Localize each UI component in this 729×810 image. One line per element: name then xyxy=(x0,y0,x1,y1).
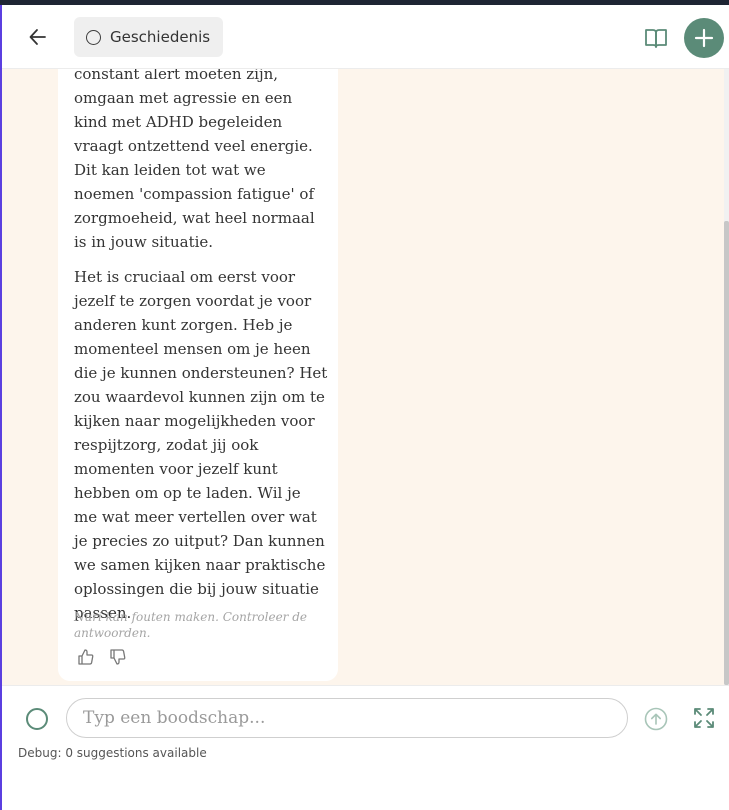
message-composer: Debug: 0 suggestions available xyxy=(2,685,729,810)
message-paragraph: constant alert moeten zijn, omgaan met a… xyxy=(74,69,315,251)
send-button[interactable] xyxy=(644,707,668,731)
chat-messages-area[interactable]: constant alert moeten zijn, omgaan met a… xyxy=(2,69,724,685)
status-circle-icon[interactable] xyxy=(26,708,48,730)
debug-status-text: Debug: 0 suggestions available xyxy=(18,746,207,760)
chat-scrollbar[interactable] xyxy=(724,69,729,685)
arrow-up-circle-icon xyxy=(644,707,668,731)
new-chat-button[interactable] xyxy=(684,18,724,58)
book-open-icon xyxy=(645,29,667,48)
expand-button[interactable] xyxy=(692,706,716,730)
arrow-left-icon xyxy=(29,29,46,45)
back-button[interactable] xyxy=(24,23,52,51)
message-input[interactable] xyxy=(83,708,611,728)
message-paragraph: Het is cruciaal om eerst voor jezelf te … xyxy=(74,268,328,622)
history-label: Geschiedenis xyxy=(110,28,211,46)
history-button[interactable]: Geschiedenis xyxy=(74,17,223,57)
message-input-wrapper[interactable] xyxy=(66,698,628,738)
thumbs-down-icon xyxy=(110,649,126,665)
assistant-message-bubble: constant alert moeten zijn, omgaan met a… xyxy=(58,69,338,681)
expand-icon xyxy=(694,708,714,728)
scrollbar-thumb[interactable] xyxy=(724,221,729,685)
like-button[interactable] xyxy=(77,648,97,668)
chat-header: Geschiedenis xyxy=(2,5,729,69)
guide-button[interactable] xyxy=(643,25,669,51)
ai-disclaimer: Nuri kan fouten maken. Controleer de ant… xyxy=(74,610,308,640)
thumbs-up-icon xyxy=(78,649,94,665)
circle-icon xyxy=(86,29,101,45)
dislike-button[interactable] xyxy=(109,648,129,668)
plus-icon xyxy=(694,28,714,48)
